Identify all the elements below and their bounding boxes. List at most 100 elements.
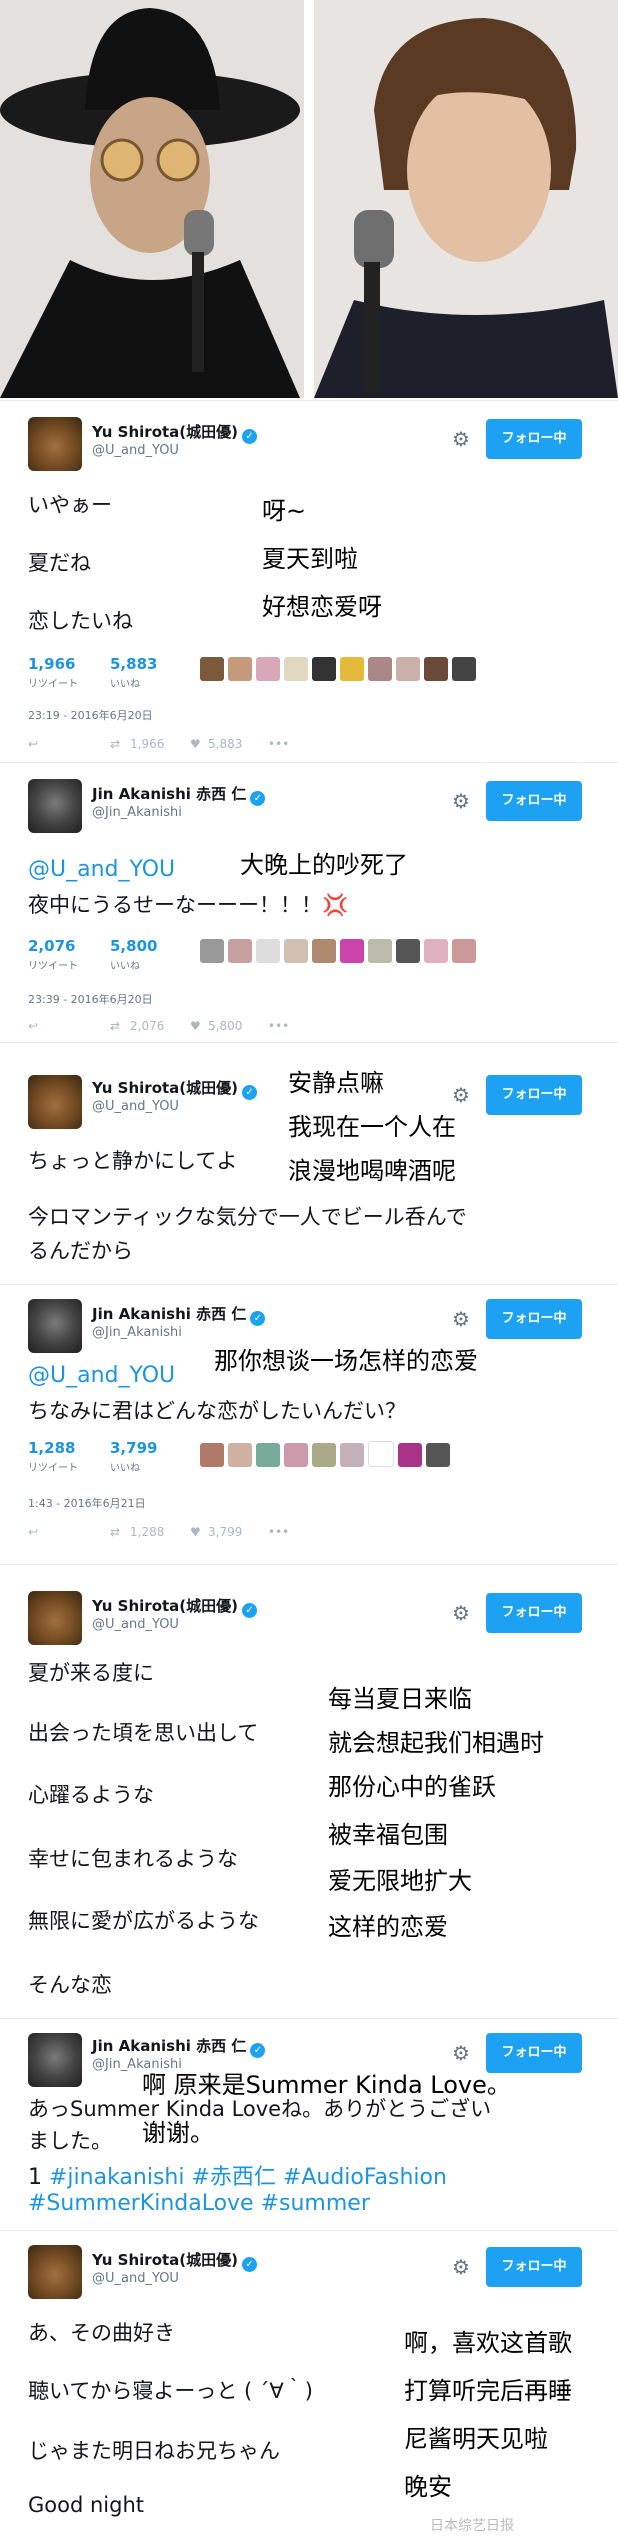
reply-icon[interactable]: ↩ [28,737,38,751]
user-handle[interactable]: @U_and_YOU [92,2271,179,2286]
user-handle[interactable]: @Jin_Akanishi [92,1325,182,1340]
retweet-count[interactable]: 1,288 [28,1439,75,1457]
follow-button[interactable]: フォロー中 [486,781,582,821]
like-count[interactable]: 3,799 [110,1439,157,1457]
like-label: いいね [110,1463,140,1474]
tweet-line: 心躍るような [28,1783,154,1807]
avatar[interactable] [28,2245,82,2299]
display-name[interactable]: Yu Shirota(城田優) ✓ [92,2249,258,2272]
hashtag-line: 1 #jinakanishi #赤西仁 #AudioFashion [28,2159,447,2191]
tweet-4[interactable]: Jin Akanishi 赤西 仁 ✓ @Jin_Akanishi ⚙ フォロー中… [0,1284,618,1563]
tweet-line: 無限に愛が広がるような [28,1909,259,1933]
liker-avatars [200,939,480,965]
follow-button[interactable]: フォロー中 [486,1299,582,1339]
retweet-icon[interactable]: ⇄ [110,737,120,751]
gear-icon[interactable]: ⚙ [452,1601,470,1625]
tweet-date[interactable]: 23:19 - 2016年6月20日 [28,707,153,723]
tweet-line: 恋したいね [28,609,133,633]
liker-avatars [200,1441,454,1467]
gear-icon[interactable]: ⚙ [452,2041,470,2065]
like-count[interactable]: 5,883 [110,655,157,673]
retweet-icon[interactable]: ⇄ [110,1525,120,1539]
avatar[interactable] [28,2033,82,2087]
tweet-date[interactable]: 1:43 - 2016年6月21日 [28,1495,146,1511]
translation-line: 那你想谈一场怎样的恋爱 [214,1347,478,1375]
portrait-hat-man [0,0,304,398]
gear-icon[interactable]: ⚙ [452,789,470,813]
user-handle[interactable]: @U_and_YOU [92,1099,179,1114]
retweet-label: リツイート [28,961,78,972]
retweet-action-count: 2,076 [130,1019,165,1033]
translation-line: 打算听完后再睡 [404,2377,572,2405]
mention-link[interactable]: @U_and_YOU [28,857,175,882]
follow-button[interactable]: フォロー中 [486,2247,582,2287]
like-label: いいね [110,961,140,972]
hashtag-link[interactable]: #jinakanishi #赤西仁 #AudioFashion [49,2165,447,2190]
translation-line: 呀~ [262,497,307,525]
tweet-line: あ、その曲好き [28,2321,175,2345]
avatar[interactable] [28,1075,82,1129]
avatar[interactable] [28,1591,82,1645]
user-handle[interactable]: @U_and_YOU [92,443,179,458]
more-icon[interactable]: ••• [268,737,289,751]
avatar[interactable] [28,1299,82,1353]
verified-icon: ✓ [242,1603,258,1618]
verified-icon: ✓ [250,791,266,806]
user-handle[interactable]: @Jin_Akanishi [92,805,182,820]
hashtag-prefix: 1 [28,2165,49,2190]
follow-button[interactable]: フォロー中 [486,1593,582,1633]
display-name[interactable]: Jin Akanishi 赤西 仁 ✓ [92,1303,266,1326]
like-icon[interactable]: ♥ [190,1525,201,1539]
tweet-6[interactable]: Jin Akanishi 赤西 仁 ✓ @Jin_Akanishi ⚙ フォロー中… [0,2018,618,2229]
portrait-suit-man [314,0,618,398]
tweet-line: 幸せに包まれるような [28,1847,238,1871]
tweet-7[interactable]: Yu Shirota(城田優) ✓ @U_and_YOU ⚙ フォロー中 あ、その… [0,2230,618,2542]
follow-button[interactable]: フォロー中 [486,1075,582,1115]
like-count[interactable]: 5,800 [110,937,157,955]
gear-icon[interactable]: ⚙ [452,1083,470,1107]
retweet-count[interactable]: 1,966 [28,655,75,673]
gear-icon[interactable]: ⚙ [452,1307,470,1331]
display-name[interactable]: Yu Shirota(城田優) ✓ [92,1595,258,1618]
avatar[interactable] [28,779,82,833]
display-name[interactable]: Jin Akanishi 赤西 仁 ✓ [92,783,266,806]
tweet-3[interactable]: Yu Shirota(城田優) ✓ @U_and_YOU ⚙ フォロー中 安静点嘛… [0,1042,618,1283]
avatar[interactable] [28,417,82,471]
like-action-count: 5,800 [208,1019,243,1033]
translation-line: 那份心中的雀跃 [328,1773,496,1801]
translation-line: 晚安 [404,2473,452,2501]
watermark: 日本综艺日报 [430,2518,514,2534]
verified-icon: ✓ [250,2043,266,2058]
follow-button[interactable]: フォロー中 [486,419,582,459]
tweet-line: Good night [28,2493,144,2517]
display-name[interactable]: Jin Akanishi 赤西 仁 ✓ [92,2035,266,2058]
retweet-label: リツイート [28,1463,78,1474]
retweet-action-count: 1,288 [130,1525,165,1539]
reply-icon[interactable]: ↩ [28,1525,38,1539]
verified-icon: ✓ [242,429,258,444]
user-handle[interactable]: @U_and_YOU [92,1617,179,1632]
like-icon[interactable]: ♥ [190,737,201,751]
verified-icon: ✓ [250,1311,266,1326]
mention-link[interactable]: @U_and_YOU [28,1363,175,1388]
retweet-icon[interactable]: ⇄ [110,1019,120,1033]
tweet-date[interactable]: 23:39 - 2016年6月20日 [28,991,153,1007]
translation-line: 就会想起我们相遇时 [328,1729,544,1757]
retweet-count[interactable]: 2,076 [28,937,75,955]
tweet-line: ちょっと静かにしてよ [28,1149,238,1173]
more-icon[interactable]: ••• [268,1525,289,1539]
tweet-5[interactable]: Yu Shirota(城田優) ✓ @U_and_YOU ⚙ フォロー中 夏が来る… [0,1564,618,2017]
gear-icon[interactable]: ⚙ [452,427,470,451]
display-name[interactable]: Yu Shirota(城田優) ✓ [92,1077,258,1100]
tweet-line: ました。 [28,2129,112,2153]
tweet-2[interactable]: Jin Akanishi 赤西 仁 ✓ @Jin_Akanishi ⚙ フォロー中… [0,762,618,1041]
like-icon[interactable]: ♥ [190,1019,201,1033]
display-name[interactable]: Yu Shirota(城田優) ✓ [92,421,258,444]
tweet-1[interactable]: Yu Shirota(城田優) ✓ @U_and_YOU ⚙ フォロー中 いやぁー… [0,400,618,761]
hashtag-link[interactable]: #SummerKindaLove #summer [28,2191,370,2216]
gear-icon[interactable]: ⚙ [452,2255,470,2279]
reply-icon[interactable]: ↩ [28,1019,38,1033]
more-icon[interactable]: ••• [268,1019,289,1033]
translation-line: 大晚上的吵死了 [240,851,408,879]
translation-line: 我现在一个人在 [288,1113,456,1141]
